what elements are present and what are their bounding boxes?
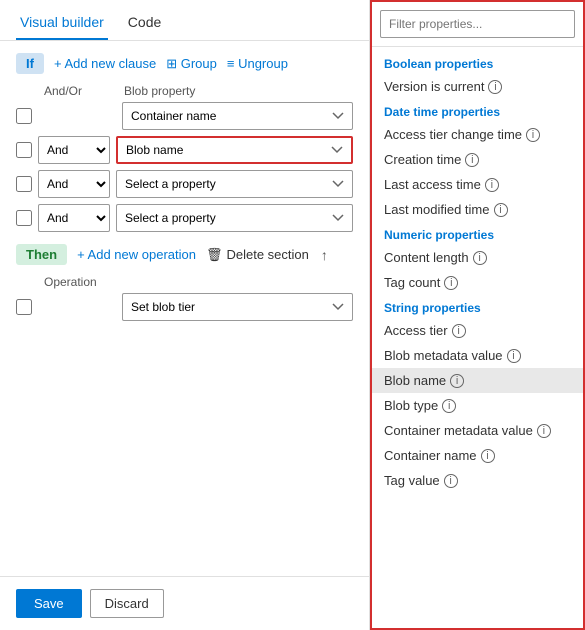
info-icon[interactable]: i [442, 399, 456, 413]
filter-properties-input[interactable] [380, 10, 575, 38]
property-item-label: Creation time [384, 152, 461, 167]
property-item[interactable]: Blob type i [372, 393, 583, 418]
columns-header: And/Or Blob property [16, 84, 353, 98]
filter-input-wrap [372, 2, 583, 47]
property-item-label: Tag value [384, 473, 440, 488]
property-category: Boolean properties [372, 51, 583, 74]
main-panel: Visual builder Code If + Add new clause … [0, 0, 370, 630]
clause-row: And Or Blob name [16, 136, 353, 164]
section-divider: Then + Add new operation 🗑 Delete sectio… [16, 244, 353, 321]
builder-content: If + Add new clause ⊞ Group ≡ Ungroup An… [0, 41, 369, 576]
andor-select-3[interactable]: And Or [38, 170, 110, 198]
up-arrow-icon: ↑ [321, 247, 328, 263]
if-badge: If [16, 53, 44, 74]
if-section-header: If + Add new clause ⊞ Group ≡ Ungroup [16, 53, 353, 74]
property-item-label: Last modified time [384, 202, 490, 217]
property-item-label: Blob type [384, 398, 438, 413]
tab-code[interactable]: Code [124, 8, 165, 40]
tabs-bar: Visual builder Code [0, 0, 369, 41]
property-item[interactable]: Access tier change time i [372, 122, 583, 147]
delete-section-button[interactable]: 🗑 Delete section [206, 247, 309, 263]
operation-checkbox[interactable] [16, 299, 32, 315]
operation-header-label: Operation [44, 275, 97, 289]
clause-checkbox-3[interactable] [16, 176, 32, 192]
info-icon[interactable]: i [452, 324, 466, 338]
info-icon[interactable]: i [473, 251, 487, 265]
properties-dropdown-panel: Boolean properties Version is current i Dat… [370, 0, 585, 630]
info-icon[interactable]: i [526, 128, 540, 142]
clause-checkbox-4[interactable] [16, 210, 32, 226]
property-item[interactable]: Tag count i [372, 270, 583, 295]
property-select-2[interactable]: Blob name [116, 136, 353, 164]
property-select-3[interactable]: Select a property [116, 170, 353, 198]
clause-checkbox-2[interactable] [16, 142, 32, 158]
property-item[interactable]: Version is current i [372, 74, 583, 99]
info-icon[interactable]: i [444, 474, 458, 488]
property-item-label: Tag count [384, 275, 440, 290]
property-select-4[interactable]: Select a property [116, 204, 353, 232]
property-select-1[interactable]: Container name [122, 102, 353, 130]
property-item[interactable]: Access tier i [372, 318, 583, 343]
info-icon[interactable]: i [481, 449, 495, 463]
then-badge: Then [16, 244, 67, 265]
group-button[interactable]: ⊞ Group [166, 56, 217, 72]
operation-row: Set blob tier [16, 293, 353, 321]
add-new-clause-button[interactable]: + Add new clause [54, 56, 156, 71]
add-new-operation-button[interactable]: + Add new operation [77, 247, 196, 262]
property-item-label: Access tier change time [384, 127, 522, 142]
property-item[interactable]: Last modified time i [372, 197, 583, 222]
clause-row: And Or Select a property [16, 204, 353, 232]
property-category: Numeric properties [372, 222, 583, 245]
property-item[interactable]: Tag value i [372, 468, 583, 493]
info-icon[interactable]: i [488, 80, 502, 94]
trash-icon: 🗑 [206, 247, 223, 263]
andor-column-header: And/Or [44, 84, 124, 98]
discard-button[interactable]: Discard [90, 589, 164, 618]
operation-select[interactable]: Set blob tier [122, 293, 353, 321]
property-category: String properties [372, 295, 583, 318]
then-section-header: Then + Add new operation 🗑 Delete sectio… [16, 244, 353, 265]
property-item[interactable]: Container metadata value i [372, 418, 583, 443]
properties-list: Boolean properties Version is current i Dat… [372, 47, 583, 628]
clause-checkbox-1[interactable] [16, 108, 32, 124]
info-icon[interactable]: i [494, 203, 508, 217]
property-item-label: Blob metadata value [384, 348, 503, 363]
operation-column-header: Operation [44, 275, 353, 289]
info-icon[interactable]: i [450, 374, 464, 388]
tab-visual-builder[interactable]: Visual builder [16, 8, 108, 40]
property-item-label: Access tier [384, 323, 448, 338]
footer: Save Discard [0, 576, 369, 630]
info-icon[interactable]: i [465, 153, 479, 167]
andor-select-4[interactable]: And Or [38, 204, 110, 232]
property-item-label: Container name [384, 448, 477, 463]
property-item[interactable]: Blob name i [372, 368, 583, 393]
clause-row: Container name [16, 102, 353, 130]
property-item[interactable]: Creation time i [372, 147, 583, 172]
property-item-label: Blob name [384, 373, 446, 388]
info-icon[interactable]: i [537, 424, 551, 438]
property-item[interactable]: Last access time i [372, 172, 583, 197]
property-item[interactable]: Content length i [372, 245, 583, 270]
clause-row: And Or Select a property [16, 170, 353, 198]
property-item-label: Last access time [384, 177, 481, 192]
info-icon[interactable]: i [444, 276, 458, 290]
info-icon[interactable]: i [485, 178, 499, 192]
andor-select-2[interactable]: And Or [38, 136, 110, 164]
property-item-label: Content length [384, 250, 469, 265]
property-item-label: Container metadata value [384, 423, 533, 438]
save-button[interactable]: Save [16, 589, 82, 618]
ungroup-button[interactable]: ≡ Ungroup [227, 56, 288, 71]
info-icon[interactable]: i [507, 349, 521, 363]
blob-column-header: Blob property [124, 84, 195, 98]
property-item[interactable]: Blob metadata value i [372, 343, 583, 368]
property-item-label: Version is current [384, 79, 484, 94]
property-item[interactable]: Container name i [372, 443, 583, 468]
property-category: Date time properties [372, 99, 583, 122]
